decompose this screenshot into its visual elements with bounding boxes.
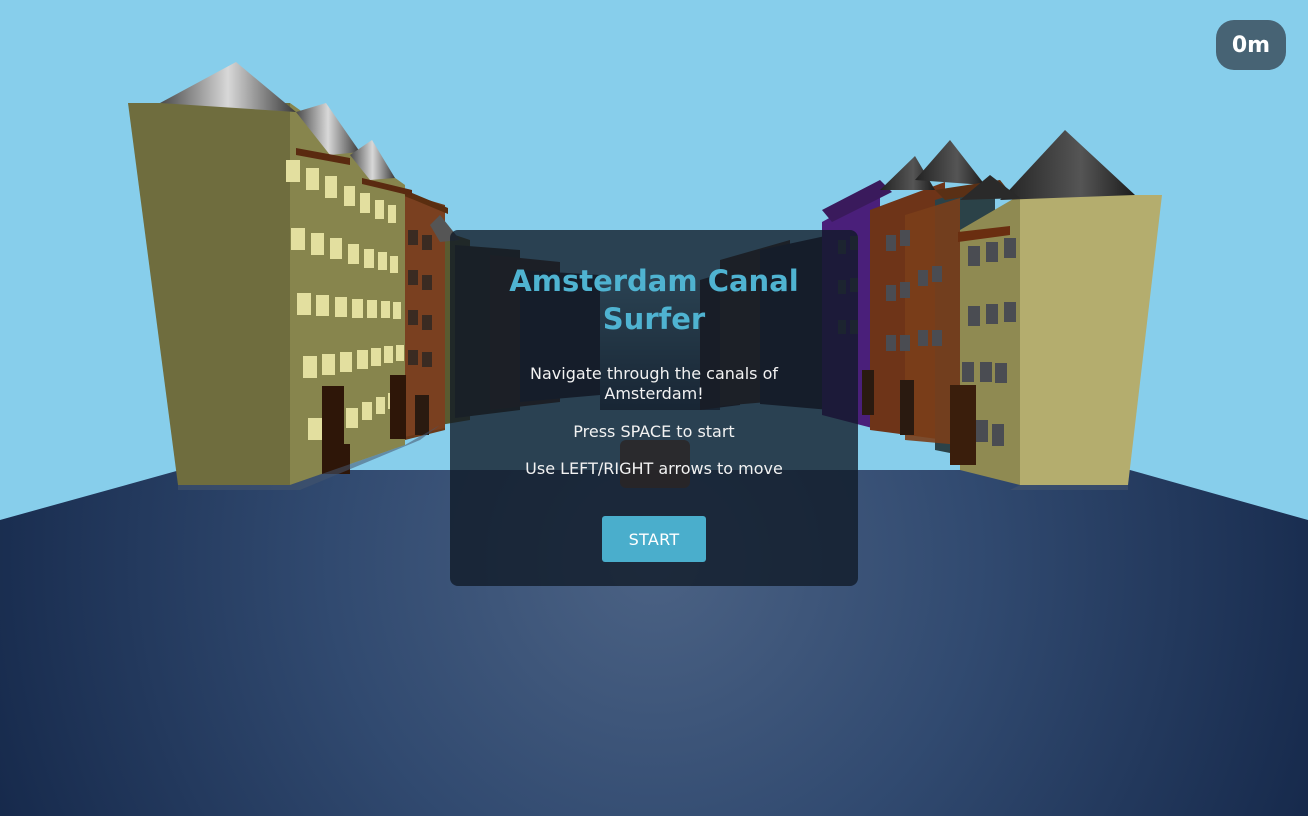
instructions-arrows: Use LEFT/RIGHT arrows to move [525,459,783,478]
instructions-space: Press SPACE to start [573,422,735,441]
distance-counter: 0m [1216,20,1286,70]
start-screen-panel: Amsterdam Canal Surfer Navigate through … [450,230,858,586]
start-button[interactable]: START [602,516,706,562]
game-title: Amsterdam Canal Surfer [509,264,799,336]
instructions-navigate: Navigate through the canals of Amsterdam… [530,364,778,403]
game-viewport[interactable]: 0m Amsterdam Canal Surfer Navigate throu… [0,0,1308,816]
